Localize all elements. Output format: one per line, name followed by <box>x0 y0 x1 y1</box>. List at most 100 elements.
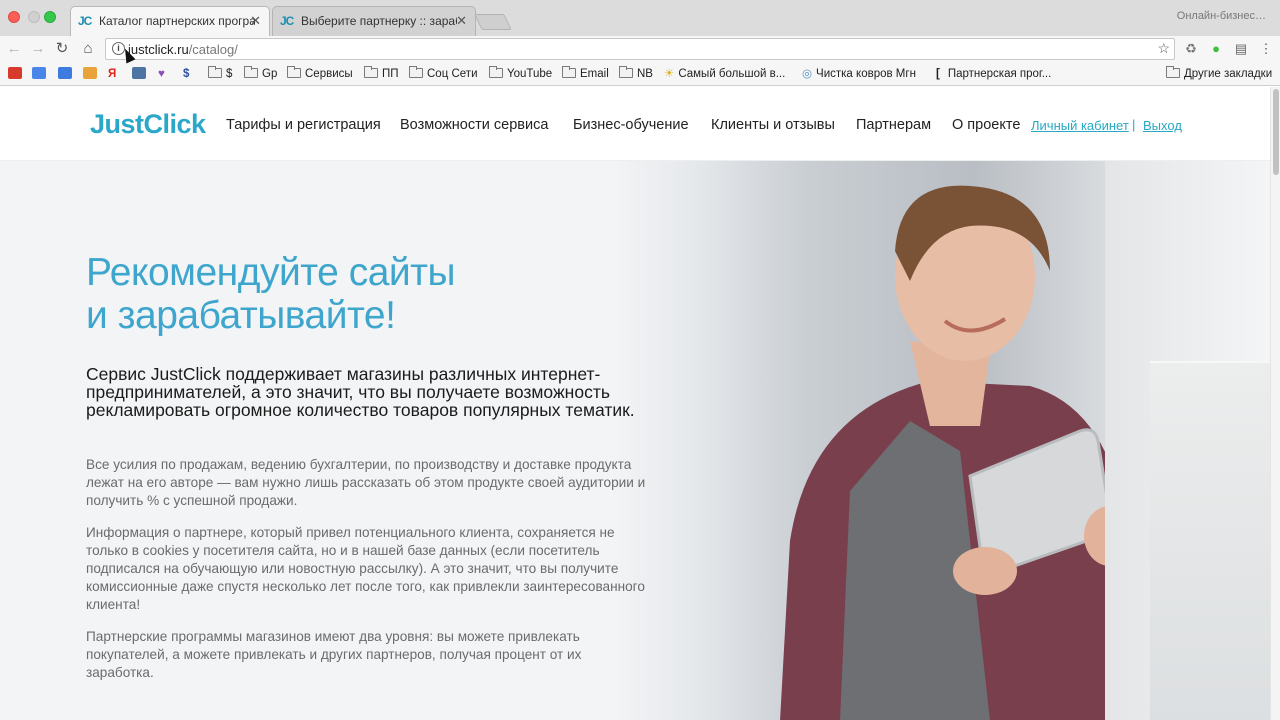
new-tab-button[interactable] <box>474 14 512 30</box>
green-extension-icon[interactable]: ● <box>1208 41 1224 57</box>
hero-paragraph: Информация о партнере, который привел по… <box>86 525 645 612</box>
bookmark-yandex[interactable]: Я <box>108 66 116 82</box>
minimize-window-button[interactable] <box>28 11 40 23</box>
justclick-logo[interactable]: JustClick <box>90 109 206 140</box>
bracket-icon: [ <box>936 68 940 80</box>
browser-menu-icon[interactable]: ⋮ <box>1258 41 1274 57</box>
bookmark-label: Чистка ковров Мгн <box>816 68 916 80</box>
bookmark-biggest[interactable]: ☀ Самый большой в... <box>664 66 785 82</box>
browser-tab-bar: JC Каталог партнерских програм ✕ JC Выбе… <box>0 0 1280 36</box>
bookmark-folder-pp[interactable]: ПП <box>364 66 399 82</box>
folder-icon <box>489 66 503 78</box>
bookmark-folder-youtube[interactable]: YouTube <box>489 66 552 82</box>
bookmark-folder-nb[interactable]: NB <box>619 66 653 82</box>
justclick-favicon-icon: JC <box>280 14 294 28</box>
profile-label[interactable]: Онлайн-бизнес… <box>1177 10 1266 22</box>
folder-icon <box>1166 66 1180 78</box>
browser-toolbar: ← → ↻ ⌂ i justclick.ru/catalog/ ☆ ♻ ● ▤ … <box>0 36 1280 62</box>
docs-icon <box>58 67 72 79</box>
background-wall-edge <box>1150 361 1270 720</box>
bookmark-mail[interactable] <box>83 66 101 82</box>
bookmark-docs[interactable] <box>58 66 76 82</box>
close-window-button[interactable] <box>8 11 20 23</box>
bookmark-folder-social[interactable]: Соц Сети <box>409 66 478 82</box>
url-path: /catalog/ <box>188 42 238 57</box>
mail-icon <box>83 67 97 79</box>
bookmark-label: ПП <box>382 68 399 80</box>
folder-icon <box>208 66 222 78</box>
tab-choose-partner[interactable]: JC Выберите партнерку :: зарабо ✕ <box>272 6 476 36</box>
maximize-window-button[interactable] <box>44 11 56 23</box>
bookmark-folder-dollar[interactable]: $ <box>208 66 232 82</box>
folder-icon <box>619 66 633 78</box>
hero-title-line2: и зарабатывайте! <box>86 294 396 337</box>
recycle-extension-icon[interactable]: ♻ <box>1183 41 1199 57</box>
bookmark-folder-gp[interactable]: Gp <box>244 66 277 82</box>
bookmark-dollar[interactable]: $ <box>183 66 189 82</box>
hero-title-line1: Рекомендуйте сайты <box>86 251 456 294</box>
translate-icon <box>32 67 46 79</box>
nav-about[interactable]: О проекте <box>952 117 1020 133</box>
nav-tariffs[interactable]: Тарифы и регистрация <box>226 117 381 133</box>
back-arrow-icon[interactable]: ← <box>4 39 24 59</box>
nav-business-training[interactable]: Бизнес-обучение <box>573 117 689 133</box>
bookmark-vk[interactable] <box>132 66 150 82</box>
bookmark-label: Gp <box>262 68 278 80</box>
forward-arrow-icon[interactable]: → <box>28 39 48 59</box>
url-host: justclick.ru <box>128 42 189 57</box>
close-tab-icon[interactable]: ✕ <box>456 7 467 35</box>
tab-title: Каталог партнерских програм <box>99 14 255 28</box>
tab-title: Выберите партнерку :: зарабо <box>301 14 457 28</box>
bookmark-star-icon[interactable]: ☆ <box>1157 40 1170 57</box>
bookmarks-bar: Я ♥ $ $ Gp Сервисы ПП Соц Сети YouTube E… <box>0 62 1280 86</box>
personal-cabinet-link[interactable]: Личный кабинет <box>1031 118 1129 133</box>
logout-link[interactable]: Выход <box>1143 118 1182 133</box>
bookmark-label: YouTube <box>507 68 553 80</box>
bookmark-label: Партнерская прог... <box>947 68 1052 80</box>
bookmark-label: Самый большой в... <box>678 68 786 80</box>
nav-features[interactable]: Возможности сервиса <box>400 117 548 133</box>
nav-partners[interactable]: Партнерам <box>856 117 931 133</box>
bookmark-folder-services[interactable]: Сервисы <box>287 66 353 82</box>
bookmark-heart[interactable]: ♥ <box>158 66 165 82</box>
bookmark-label: Другие закладки <box>1184 68 1273 80</box>
bookmark-carpet-cleaning[interactable]: ◎ Чистка ковров Мгн <box>802 66 916 82</box>
bookmark-folder-email[interactable]: Email <box>562 66 609 82</box>
bookmark-other[interactable]: Другие закладки <box>1166 66 1272 82</box>
bookmark-label: Email <box>580 68 609 80</box>
site-header: JustClick Тарифы и регистрация Возможнос… <box>0 87 1270 161</box>
bookmark-label: Соц Сети <box>427 68 478 80</box>
url-text[interactable]: justclick.ru/catalog/ <box>128 42 238 57</box>
yandex-icon: Я <box>108 68 117 80</box>
hero-title: Рекомендуйте сайты и зарабатывайте! <box>86 251 456 337</box>
justclick-favicon-icon: JC <box>78 14 92 28</box>
home-icon[interactable]: ⌂ <box>78 39 98 59</box>
folder-icon <box>562 66 576 78</box>
folder-icon <box>364 66 378 78</box>
folder-icon <box>409 66 423 78</box>
folder-icon <box>244 66 258 78</box>
tab-catalog[interactable]: JC Каталог партнерских програм ✕ <box>70 6 270 36</box>
bookmark-label: $ <box>226 68 233 80</box>
nav-clients-reviews[interactable]: Клиенты и отзывы <box>711 117 835 133</box>
page-scrollbar[interactable] <box>1270 87 1280 720</box>
bookmark-partner-program[interactable]: [ Партнерская прог... <box>936 66 1051 82</box>
red-bookmark-icon <box>8 67 22 79</box>
close-tab-icon[interactable]: ✕ <box>250 7 261 35</box>
bookmark-translate[interactable] <box>32 66 50 82</box>
globe-icon: ◎ <box>802 68 813 80</box>
hero-section: Рекомендуйте сайты и зарабатывайте! Серв… <box>0 161 1270 720</box>
address-bar[interactable]: i justclick.ru/catalog/ ☆ <box>105 38 1175 60</box>
folder-icon <box>287 66 301 78</box>
reload-icon[interactable]: ↻ <box>52 39 72 59</box>
account-separator: | <box>1132 117 1136 132</box>
heart-icon: ♥ <box>158 68 165 80</box>
scrollbar-thumb[interactable] <box>1273 89 1279 175</box>
vk-icon <box>132 67 146 79</box>
web-page: JustClick Тарифы и регистрация Возможнос… <box>0 87 1270 720</box>
hero-lead-text: Сервис JustClick поддерживает магазины р… <box>86 364 635 420</box>
bookmark-label: NB <box>637 68 653 80</box>
sun-icon: ☀ <box>664 68 675 80</box>
extension-menu-icon[interactable]: ▤ <box>1233 41 1249 57</box>
bookmark-red[interactable] <box>8 66 26 82</box>
